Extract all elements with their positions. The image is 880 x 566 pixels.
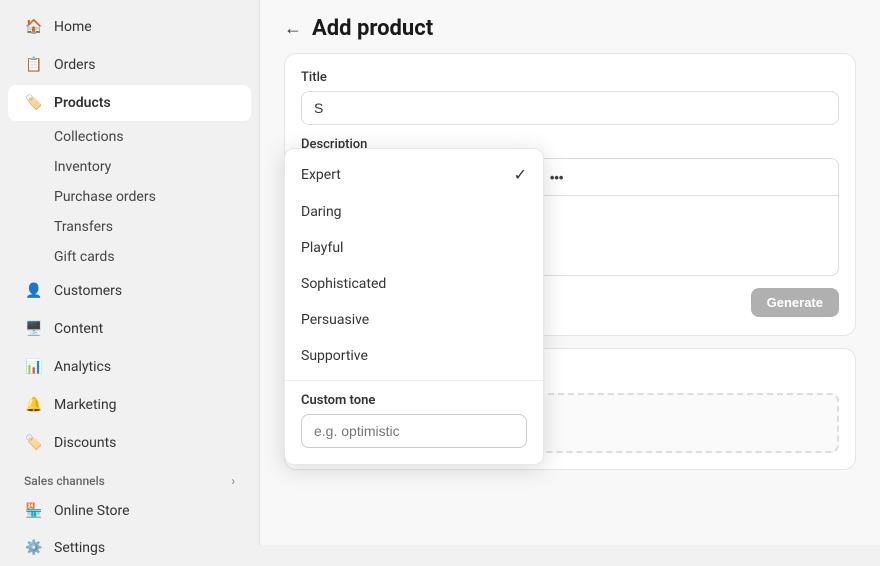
dropdown-item-label: Playful (301, 240, 343, 256)
sidebar-item-orders[interactable]: 📋 Orders (8, 47, 251, 83)
sidebar-item-analytics[interactable]: 📊 Analytics (8, 349, 251, 385)
dropdown-item-label: Daring (301, 204, 342, 220)
sidebar-item-marketing[interactable]: 🔔 Marketing (8, 387, 251, 423)
sidebar-item-label: Customers (54, 283, 122, 299)
dropdown-item-label: Sophisticated (301, 276, 386, 292)
sidebar-sub-item-collections[interactable]: Collections (8, 123, 251, 151)
page-title: Add product (312, 16, 433, 41)
more-button[interactable]: ••• (544, 166, 570, 189)
dropdown-item-persuasive[interactable]: Persuasive (285, 302, 543, 338)
dropdown-item-supportive[interactable]: Supportive (285, 338, 543, 374)
dropdown-item-playful[interactable]: Playful (285, 230, 543, 266)
sidebar-item-content[interactable]: 🖥️ Content (8, 311, 251, 347)
sidebar-item-label: Orders (54, 57, 96, 73)
content-area: Title Description B I U A▾ ≡▾ 🔗 😊 ▶ ••• (260, 53, 880, 545)
custom-tone-label: Custom tone (301, 393, 527, 408)
sidebar-sub-item-gift-cards[interactable]: Gift cards (8, 243, 251, 271)
sidebar-sub-label: Collections (54, 129, 124, 145)
customers-icon: 👤 (24, 281, 44, 301)
content-icon: 🖥️ (24, 319, 44, 339)
dropdown-item-label: Expert (301, 167, 341, 183)
title-input[interactable] (301, 91, 839, 125)
products-icon: 🏷️ (24, 93, 44, 113)
analytics-icon: 📊 (24, 357, 44, 377)
discounts-icon: 🏷️ (24, 433, 44, 453)
sidebar: 🏠 Home 📋 Orders 🏷️ Products Collections … (0, 0, 260, 545)
sidebar-sub-item-inventory[interactable]: Inventory (8, 153, 251, 181)
sidebar-sub-item-purchase-orders[interactable]: Purchase orders (8, 183, 251, 211)
sidebar-item-settings[interactable]: ⚙️ Settings (8, 530, 251, 566)
sidebar-item-products[interactable]: 🏷️ Products (8, 85, 251, 121)
chevron-right-icon: › (231, 474, 235, 488)
check-icon: ✓ (514, 165, 527, 184)
sidebar-item-label: Online Store (54, 503, 130, 519)
sales-channels-label: Sales channels › (0, 462, 259, 492)
page-header: ← Add product (260, 0, 880, 53)
sidebar-sub-label: Gift cards (54, 249, 115, 265)
title-label: Title (301, 70, 839, 85)
sidebar-item-online-store[interactable]: 🏪 Online Store (8, 493, 251, 529)
sidebar-sub-label: Purchase orders (54, 189, 156, 205)
sidebar-sub-item-transfers[interactable]: Transfers (8, 213, 251, 241)
sidebar-sub-label: Transfers (54, 219, 113, 235)
dropdown-item-daring[interactable]: Daring (285, 194, 543, 230)
custom-tone-input[interactable] (301, 414, 527, 448)
settings-icon: ⚙️ (24, 538, 44, 558)
home-icon: 🏠 (24, 17, 44, 37)
sidebar-item-home[interactable]: 🏠 Home (8, 9, 251, 45)
dropdown-divider (285, 380, 543, 381)
sidebar-item-label: Products (54, 95, 111, 111)
sidebar-item-discounts[interactable]: 🏷️ Discounts (8, 425, 251, 461)
sidebar-item-customers[interactable]: 👤 Customers (8, 273, 251, 309)
generate-button[interactable]: Generate (751, 288, 839, 317)
main-content: ← Add product Title Description B I U A▾… (260, 0, 880, 545)
dropdown-item-label: Supportive (301, 348, 368, 364)
dropdown-item-label: Persuasive (301, 312, 369, 328)
online-store-icon: 🏪 (24, 501, 44, 521)
custom-tone-section: Custom tone (285, 387, 543, 458)
orders-icon: 📋 (24, 55, 44, 75)
sidebar-item-label: Marketing (54, 397, 117, 413)
dropdown-item-sophisticated[interactable]: Sophisticated (285, 266, 543, 302)
dropdown-item-expert[interactable]: Expert ✓ (285, 155, 543, 194)
marketing-icon: 🔔 (24, 395, 44, 415)
sidebar-item-label: Analytics (54, 359, 111, 375)
sidebar-item-label: Settings (54, 540, 105, 556)
sidebar-item-label: Discounts (54, 435, 116, 451)
sidebar-sub-label: Inventory (54, 159, 111, 175)
back-button[interactable]: ← (284, 18, 302, 39)
sidebar-item-label: Content (54, 321, 103, 337)
tone-dropdown[interactable]: Expert ✓ Daring Playful Sophisticated Pe… (284, 148, 544, 465)
sidebar-item-label: Home (54, 19, 92, 35)
